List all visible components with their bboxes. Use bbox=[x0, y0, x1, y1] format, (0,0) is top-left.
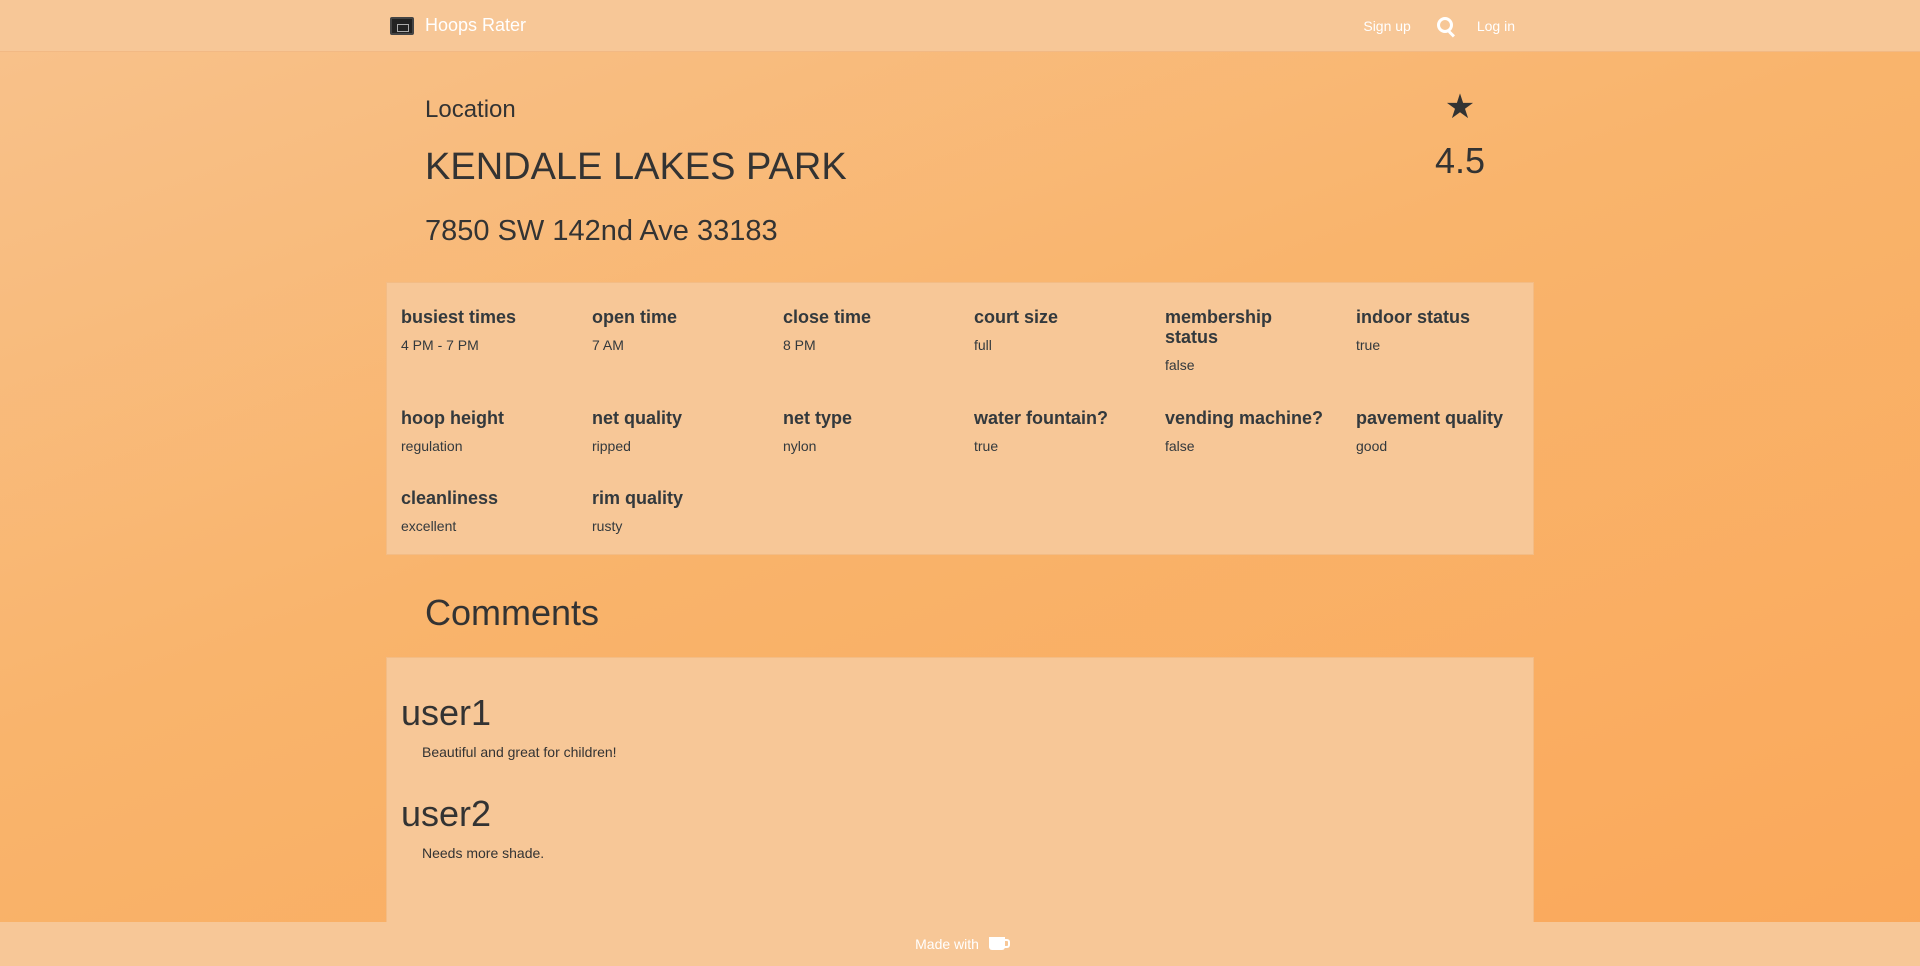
attribute-label: net type bbox=[783, 408, 853, 428]
search-icon[interactable] bbox=[1426, 0, 1462, 52]
attribute-open-time: open time 7 AM bbox=[592, 307, 772, 353]
attribute-value: regulation bbox=[401, 438, 463, 454]
attribute-net-quality: net quality ripped bbox=[592, 408, 772, 454]
attribute-label: open time bbox=[592, 307, 678, 327]
attributes-panel: busiest times 4 PM - 7 PM open time 7 AM… bbox=[386, 282, 1534, 555]
attribute-label: hoop height bbox=[401, 408, 504, 428]
location-label: Location bbox=[425, 96, 516, 123]
attribute-court-size: court size full bbox=[974, 307, 1154, 353]
attribute-label: court size bbox=[974, 307, 1059, 327]
attribute-water-fountain: water fountain? true bbox=[974, 408, 1154, 454]
attribute-label: cleanliness bbox=[401, 488, 499, 508]
comments-title: Comments bbox=[425, 592, 600, 633]
attribute-value: true bbox=[974, 438, 999, 454]
park-name: KENDALE LAKES PARK bbox=[425, 146, 847, 188]
coffee-icon bbox=[988, 937, 1010, 950]
rating: ★ 4.5 bbox=[1425, 90, 1495, 182]
attribute-close-time: close time 8 PM bbox=[783, 307, 963, 353]
attribute-label: vending machine? bbox=[1165, 408, 1324, 428]
brand-name: Hoops Rater bbox=[425, 15, 527, 35]
attribute-value: 7 AM bbox=[592, 337, 624, 353]
signup-link[interactable]: Sign up bbox=[1348, 18, 1425, 34]
comment-user: user1 bbox=[401, 692, 492, 733]
brand-link[interactable]: Hoops Rater bbox=[390, 15, 526, 36]
attribute-value: excellent bbox=[401, 518, 457, 534]
comment-item: user1 Beautiful and great for children! bbox=[401, 692, 617, 760]
attribute-value: ripped bbox=[592, 438, 631, 454]
attribute-label: indoor status bbox=[1356, 307, 1471, 327]
attribute-label: membership status bbox=[1165, 307, 1273, 347]
login-link[interactable]: Log in bbox=[1462, 18, 1530, 34]
attribute-value: 8 PM bbox=[783, 337, 816, 353]
attribute-busiest-times: busiest times 4 PM - 7 PM bbox=[401, 307, 581, 353]
footer: Made with bbox=[0, 922, 1920, 966]
park-address: 7850 SW 142nd Ave 33183 bbox=[425, 215, 778, 247]
comment-text: Beautiful and great for children! bbox=[422, 744, 617, 760]
navbar: Hoops Rater Sign up Log in bbox=[0, 0, 1920, 52]
attribute-cleanliness: cleanliness excellent bbox=[401, 488, 581, 534]
attribute-value: rusty bbox=[592, 518, 623, 534]
attribute-value: full bbox=[974, 337, 992, 353]
comment-item: user2 Needs more shade. bbox=[401, 793, 544, 861]
attribute-value: true bbox=[1356, 337, 1381, 353]
attribute-label: water fountain? bbox=[974, 408, 1108, 428]
attribute-label: busiest times bbox=[401, 307, 517, 327]
attribute-label: net quality bbox=[592, 408, 683, 428]
rating-value: 4.5 bbox=[1434, 140, 1486, 181]
attribute-vending-machine: vending machine? false bbox=[1165, 408, 1345, 454]
footer-text: Made with bbox=[915, 936, 979, 952]
attribute-label: rim quality bbox=[592, 488, 684, 508]
attribute-value: false bbox=[1165, 438, 1195, 454]
comment-user: user2 bbox=[401, 793, 492, 834]
attribute-label: pavement quality bbox=[1356, 408, 1504, 428]
attribute-membership-status: membership status false bbox=[1165, 307, 1315, 373]
attribute-net-type: net type nylon bbox=[783, 408, 963, 454]
attribute-value: good bbox=[1356, 438, 1388, 454]
attribute-pavement-quality: pavement quality good bbox=[1356, 408, 1536, 454]
attribute-rim-quality: rim quality rusty bbox=[592, 488, 772, 534]
court-logo-icon bbox=[390, 16, 414, 35]
location-header: Location KENDALE LAKES PARK 7850 SW 142n… bbox=[425, 90, 1495, 270]
attribute-value: nylon bbox=[783, 438, 817, 454]
attribute-value: false bbox=[1165, 357, 1195, 373]
attribute-hoop-height: hoop height regulation bbox=[401, 408, 581, 454]
attribute-indoor-status: indoor status true bbox=[1356, 307, 1536, 353]
attribute-value: 4 PM - 7 PM bbox=[401, 337, 479, 353]
star-icon[interactable]: ★ bbox=[1425, 90, 1495, 124]
comments-panel: user1 Beautiful and great for children! … bbox=[386, 657, 1534, 939]
comment-text: Needs more shade. bbox=[422, 845, 545, 861]
attribute-label: close time bbox=[783, 307, 872, 327]
